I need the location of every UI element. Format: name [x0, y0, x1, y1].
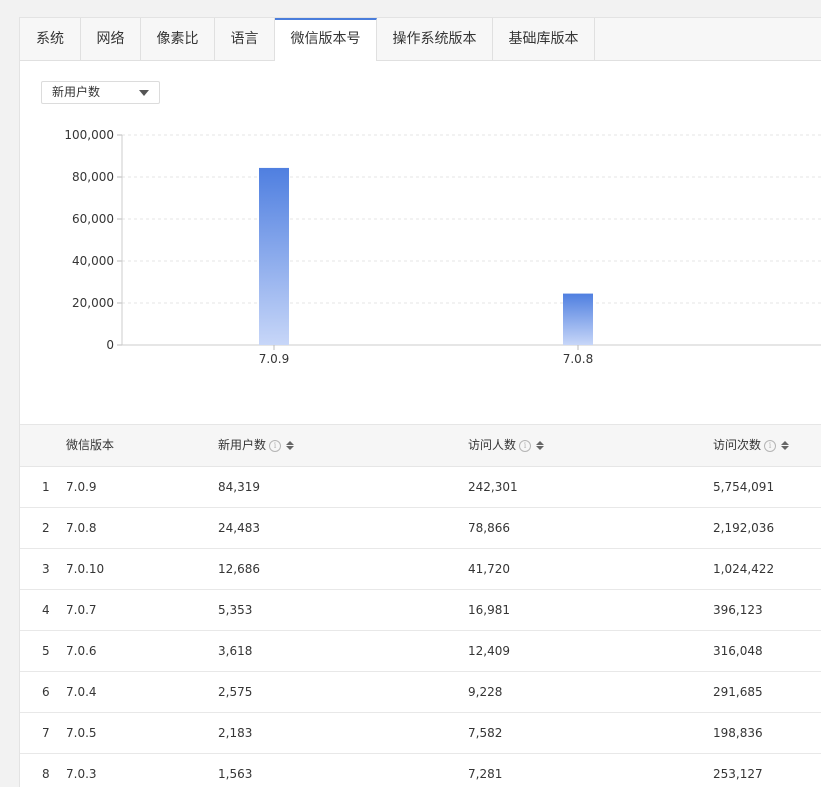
header-label: 访问次数 [713, 438, 762, 452]
cell-visitors: 41,720 [468, 562, 510, 576]
table-header: 微信版本 新用户数 i 访问人数 i 访问次数 i [20, 424, 821, 467]
header-visitors: 访问人数 i [468, 425, 545, 466]
cell-version: 7.0.7 [66, 603, 97, 617]
table-body: 1 7.0.9 84,319 242,301 5,754,091 2 7.0.8 24,483… [20, 467, 821, 787]
sort-icon[interactable] [781, 441, 790, 450]
row-index: 6 [42, 685, 50, 699]
y-tick-label: 60,000 [72, 212, 114, 226]
info-icon[interactable]: i [269, 439, 282, 452]
table-row: 7 7.0.5 2,183 7,582 198,836 [20, 713, 821, 754]
header-wechat-version: 微信版本 [66, 425, 114, 466]
tab-pixel-ratio[interactable]: 像素比 [141, 18, 215, 60]
tab-system[interactable]: 系统 [20, 18, 81, 60]
x-tick-label: 7.0.8 [563, 352, 594, 366]
cell-visitors: 9,228 [468, 685, 503, 699]
cell-visits: 198,836 [713, 726, 763, 740]
tab-wechat-version[interactable]: 微信版本号 [275, 18, 377, 61]
cell-new-users: 1,563 [218, 767, 253, 781]
cell-visitors: 7,281 [468, 767, 503, 781]
cell-visitors: 78,866 [468, 521, 510, 535]
y-tick-label: 80,000 [72, 170, 114, 184]
bar [259, 167, 289, 345]
table-row: 4 7.0.7 5,353 16,981 396,123 [20, 590, 821, 631]
row-index: 8 [42, 767, 50, 781]
header-new-users: 新用户数 i [218, 425, 295, 466]
cell-version: 7.0.8 [66, 521, 97, 535]
row-index: 3 [42, 562, 50, 576]
tab-os-version[interactable]: 操作系统版本 [377, 18, 493, 60]
header-visits: 访问次数 i [713, 425, 790, 466]
cell-version: 7.0.9 [66, 480, 97, 494]
tab-language[interactable]: 语言 [215, 18, 275, 60]
cell-new-users: 2,183 [218, 726, 253, 740]
cell-new-users: 12,686 [218, 562, 260, 576]
cell-version: 7.0.4 [66, 685, 97, 699]
cell-version: 7.0.10 [66, 562, 105, 576]
cell-version: 7.0.5 [66, 726, 97, 740]
info-icon[interactable]: i [764, 439, 777, 452]
table-row: 6 7.0.4 2,575 9,228 291,685 [20, 672, 821, 713]
header-label: 微信版本 [66, 438, 115, 452]
tab-network[interactable]: 网络 [81, 18, 141, 60]
table-row: 2 7.0.8 24,483 78,866 2,192,036 [20, 508, 821, 549]
cell-visits: 5,754,091 [713, 480, 775, 494]
data-table: 微信版本 新用户数 i 访问人数 i 访问次数 i 1 7.0.9 84,319 24… [20, 424, 821, 787]
header-label: 新用户数 [218, 438, 267, 452]
cell-new-users: 3,618 [218, 644, 253, 658]
cell-visits: 291,685 [713, 685, 763, 699]
sort-icon[interactable] [286, 441, 295, 450]
metric-select-value: 新用户数 [52, 85, 101, 99]
table-row: 3 7.0.10 12,686 41,720 1,024,422 [20, 549, 821, 590]
sort-icon[interactable] [536, 441, 545, 450]
cell-new-users: 24,483 [218, 521, 260, 535]
y-tick-label: 0 [106, 338, 114, 352]
analytics-panel: 系统 网络 像素比 语言 微信版本号 操作系统版本 基础库版本 新用户数 0 20… [19, 17, 821, 787]
cell-new-users: 84,319 [218, 480, 260, 494]
y-tick-label: 100,000 [64, 128, 114, 142]
cell-new-users: 5,353 [218, 603, 253, 617]
tab-bar: 系统 网络 像素比 语言 微信版本号 操作系统版本 基础库版本 [20, 18, 821, 61]
row-index: 4 [42, 603, 50, 617]
table-row: 8 7.0.3 1,563 7,281 253,127 [20, 754, 821, 787]
cell-visitors: 7,582 [468, 726, 503, 740]
bar [563, 293, 593, 345]
cell-visits: 2,192,036 [713, 521, 775, 535]
y-tick-label: 40,000 [72, 254, 114, 268]
cell-visits: 253,127 [713, 767, 763, 781]
info-icon[interactable]: i [519, 439, 532, 452]
cell-visitors: 12,409 [468, 644, 510, 658]
row-index: 2 [42, 521, 50, 535]
cell-new-users: 2,575 [218, 685, 253, 699]
cell-visitors: 242,301 [468, 480, 518, 494]
header-label: 访问人数 [468, 438, 517, 452]
cell-version: 7.0.3 [66, 767, 97, 781]
y-tick-label: 20,000 [72, 296, 114, 310]
cell-visits: 316,048 [713, 644, 763, 658]
metric-select[interactable]: 新用户数 [41, 81, 160, 104]
row-index: 1 [42, 480, 50, 494]
cell-visits: 396,123 [713, 603, 763, 617]
row-index: 7 [42, 726, 50, 740]
caret-down-icon [139, 90, 149, 96]
tab-base-library-version[interactable]: 基础库版本 [493, 18, 595, 60]
cell-version: 7.0.6 [66, 644, 97, 658]
row-index: 5 [42, 644, 50, 658]
table-row: 1 7.0.9 84,319 242,301 5,754,091 [20, 467, 821, 508]
table-row: 5 7.0.6 3,618 12,409 316,048 [20, 631, 821, 672]
x-tick-label: 7.0.9 [259, 352, 290, 366]
cell-visits: 1,024,422 [713, 562, 775, 576]
bar-chart: 0 20,000 40,000 60,000 80,000 100,000 7.0.9 7.0… [64, 128, 821, 366]
cell-visitors: 16,981 [468, 603, 510, 617]
